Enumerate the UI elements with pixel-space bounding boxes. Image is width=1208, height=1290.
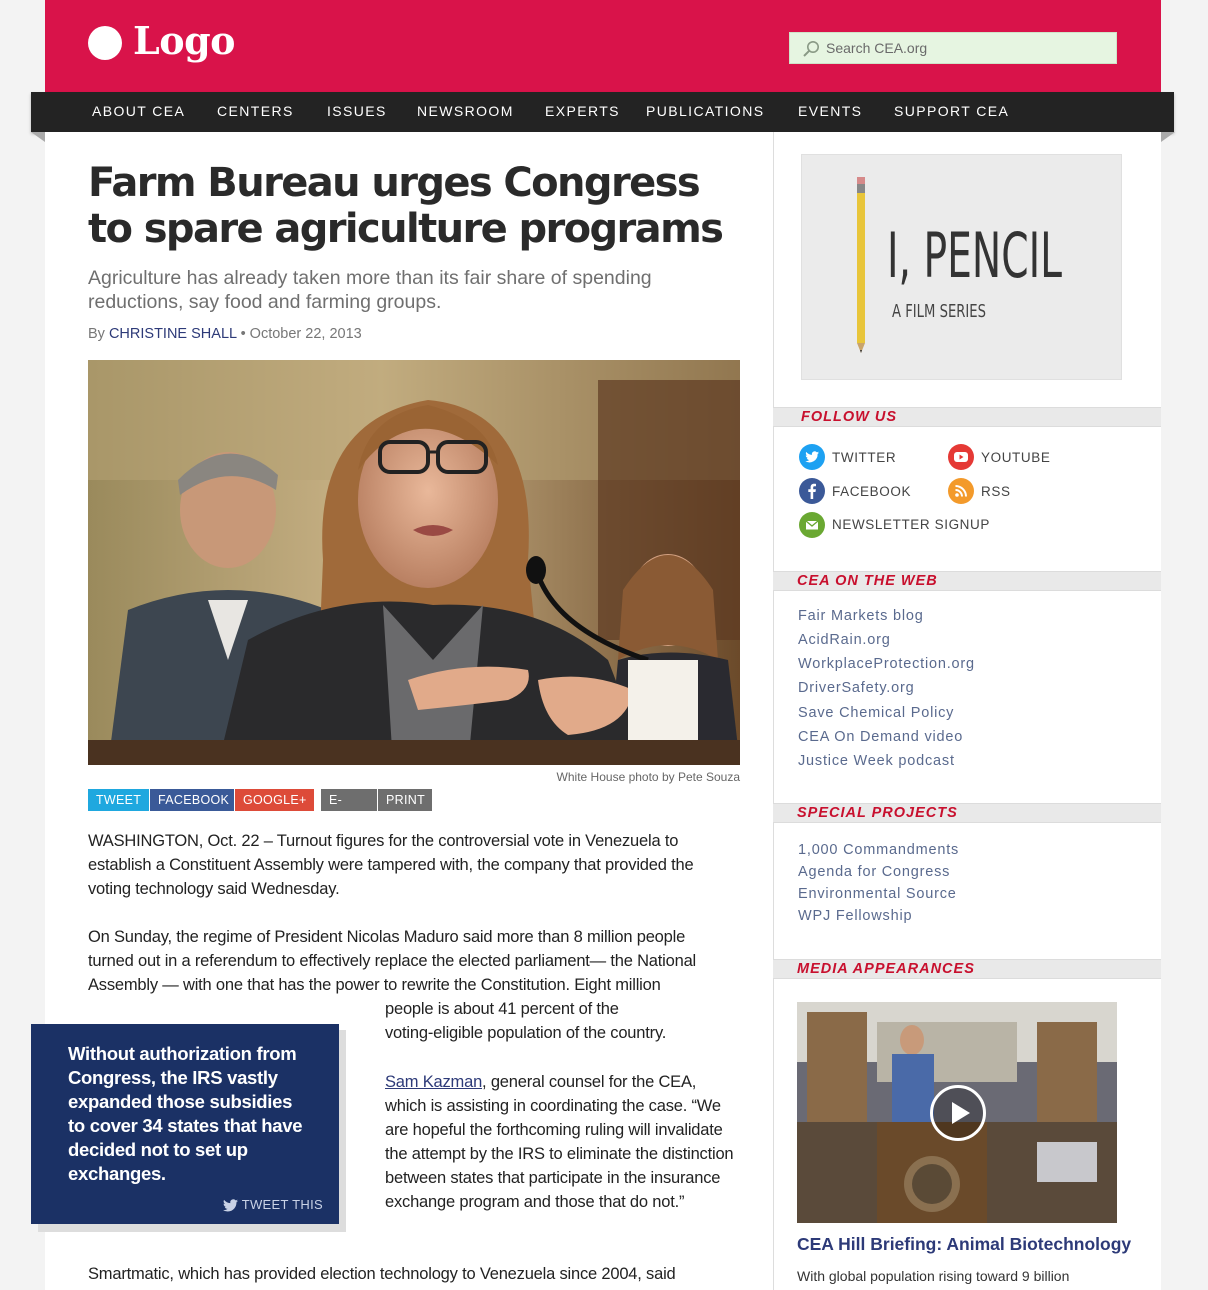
- special-projects-title: SPECIAL PROJECTS: [797, 805, 958, 821]
- twitter-icon[interactable]: [799, 444, 825, 470]
- promo-subtitle: A FILM SERIES: [892, 301, 986, 322]
- sidebar-divider: [773, 132, 774, 1290]
- tweet-this-button[interactable]: TWEET THIS: [222, 1197, 323, 1212]
- search-icon: [803, 41, 819, 57]
- article-paragraph-2-line-5: voting-eligible population of the countr…: [385, 1024, 667, 1042]
- nav-issues[interactable]: ISSUES: [327, 103, 387, 119]
- promo-title: I, PENCIL: [887, 219, 1062, 292]
- photo-caption: White House photo by Pete Souza: [556, 770, 740, 784]
- nav-about-cea[interactable]: ABOUT CEA: [92, 103, 185, 119]
- article-subhead: Agriculture has already taken more than …: [88, 267, 652, 313]
- pullquote: Without authorization from Congress, the…: [31, 1024, 339, 1224]
- web-link-workplaceprotection[interactable]: WorkplaceProtection.org: [798, 656, 975, 672]
- article-paragraph-4: Smartmatic, which has provided election …: [88, 1265, 676, 1283]
- newsletter-icon[interactable]: [799, 512, 825, 538]
- nav-experts[interactable]: EXPERTS: [545, 103, 620, 119]
- article-paragraph-2-line-4: people is about 41 percent of the: [385, 1000, 619, 1018]
- follow-us-header: FOLLOW US: [773, 407, 1161, 427]
- play-icon[interactable]: [930, 1085, 986, 1141]
- article-paragraph-2-line-1: On Sunday, the regime of President Nicol…: [88, 928, 686, 946]
- web-link-fair-markets[interactable]: Fair Markets blog: [798, 608, 924, 624]
- project-link-wpj-fellowship[interactable]: WPJ Fellowship: [798, 908, 912, 924]
- youtube-icon[interactable]: [948, 444, 974, 470]
- article-headline: Farm Bureau urges Congress to spare agri…: [88, 160, 724, 252]
- media-appearances-title: MEDIA APPEARANCES: [797, 961, 975, 977]
- article-paragraph-1: WASHINGTON, Oct. 22 – Turnout figures fo…: [88, 832, 694, 898]
- nav-newsroom[interactable]: NEWSROOM: [417, 103, 514, 119]
- main-nav: ABOUT CEA CENTERS ISSUES NEWSROOM EXPERT…: [31, 92, 1174, 132]
- logo[interactable]: Logo: [133, 18, 235, 63]
- project-link-agenda[interactable]: Agenda for Congress: [798, 864, 950, 880]
- rss-icon[interactable]: [948, 478, 974, 504]
- web-link-cea-on-demand[interactable]: CEA On Demand video: [798, 729, 963, 745]
- byline-prefix: By: [88, 326, 105, 342]
- newsletter-signup-link[interactable]: NEWSLETTER SIGNUP: [832, 517, 990, 532]
- site-header: Logo: [45, 0, 1161, 92]
- special-projects-header: SPECIAL PROJECTS: [773, 803, 1161, 823]
- nav-events[interactable]: EVENTS: [798, 103, 862, 119]
- media-appearances-header: MEDIA APPEARANCES: [773, 959, 1161, 979]
- nav-support-cea[interactable]: SUPPORT CEA: [894, 103, 1009, 119]
- article-date: October 22, 2013: [249, 326, 362, 342]
- logo-icon[interactable]: [88, 26, 122, 60]
- article-paragraph-2-line-3: Assembly — with one that has the power t…: [88, 976, 661, 994]
- follow-us-title: FOLLOW US: [801, 409, 897, 425]
- nav-fold-right: [1161, 132, 1175, 142]
- nav-centers[interactable]: CENTERS: [217, 103, 294, 119]
- cea-on-the-web-header: CEA ON THE WEB: [773, 571, 1161, 591]
- project-link-commandments[interactable]: 1,000 Commandments: [798, 842, 959, 858]
- byline-separator: •: [240, 326, 250, 342]
- facebook-link[interactable]: FACEBOOK: [832, 484, 911, 499]
- google-plus-share-button[interactable]: GOOGLE+: [235, 789, 314, 811]
- email-share-button[interactable]: E-MAIL: [321, 789, 377, 829]
- project-link-environmental-source[interactable]: Environmental Source: [798, 886, 957, 902]
- youtube-link[interactable]: YOUTUBE: [981, 450, 1050, 465]
- search-box[interactable]: [789, 32, 1117, 64]
- tweet-this-label: TWEET THIS: [241, 1197, 323, 1212]
- nav-publications[interactable]: PUBLICATIONS: [646, 103, 764, 119]
- web-link-save-chemical-policy[interactable]: Save Chemical Policy: [798, 705, 954, 721]
- rss-link[interactable]: RSS: [981, 484, 1011, 499]
- twitter-bird-icon: [222, 1199, 238, 1212]
- video-thumbnail[interactable]: [797, 1002, 1117, 1223]
- nav-fold-left: [31, 132, 45, 142]
- video-title-link[interactable]: CEA Hill Briefing: Animal Biotechnology: [797, 1234, 1131, 1255]
- twitter-link[interactable]: TWITTER: [832, 450, 896, 465]
- tweet-button[interactable]: TWEET: [88, 789, 149, 811]
- facebook-share-button[interactable]: FACEBOOK: [150, 789, 234, 811]
- article-photo: [88, 360, 740, 765]
- print-button[interactable]: PRINT: [378, 789, 432, 811]
- byline: By CHRISTINE SHALL • October 22, 2013: [88, 326, 362, 342]
- sam-kazman-link[interactable]: Sam Kazman: [385, 1073, 482, 1091]
- web-link-acidrain[interactable]: AcidRain.org: [798, 632, 891, 648]
- article-paragraph-3: Sam Kazman, general counsel for the CEA,…: [385, 1070, 740, 1214]
- search-input[interactable]: [826, 33, 1106, 63]
- paragraph-3-text: , general counsel for the CEA, which is …: [385, 1073, 734, 1211]
- video-description: With global population rising toward 9 b…: [797, 1268, 1070, 1284]
- cea-on-the-web-title: CEA ON THE WEB: [797, 573, 938, 589]
- article-paragraph-2-line-2: turned out in a referendum to effectivel…: [88, 952, 697, 970]
- pullquote-text: Without authorization from Congress, the…: [68, 1043, 303, 1184]
- web-link-driversafety[interactable]: DriverSafety.org: [798, 680, 914, 696]
- web-link-justice-week[interactable]: Justice Week podcast: [798, 753, 955, 769]
- facebook-icon[interactable]: [799, 478, 825, 504]
- i-pencil-promo[interactable]: I, PENCIL A FILM SERIES: [801, 154, 1122, 380]
- author-link[interactable]: CHRISTINE SHALL: [109, 326, 237, 342]
